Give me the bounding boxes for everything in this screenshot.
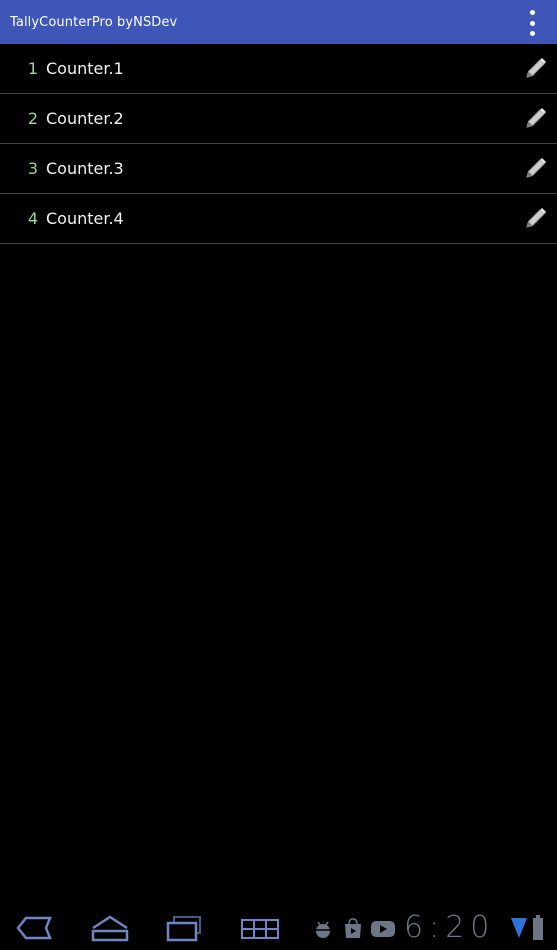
back-icon[interactable] (16, 916, 54, 940)
clock: 6:20 (404, 910, 496, 945)
counter-number: 1 (27, 59, 38, 78)
counter-number: 3 (27, 159, 38, 178)
counter-list: 1 Counter.1 2 Counter.2 3 Counter.3 4 Co… (0, 44, 557, 244)
android-debug-icon (314, 921, 332, 938)
counter-label: Counter.2 (46, 109, 124, 128)
counter-row-2[interactable]: 2 Counter.2 (0, 94, 557, 144)
pencil-icon[interactable] (523, 55, 549, 81)
counter-label: Counter.1 (46, 59, 124, 78)
youtube-icon (371, 921, 395, 937)
counter-row-4[interactable]: 4 Counter.4 (0, 194, 557, 244)
menu-grid-icon[interactable] (240, 918, 280, 940)
overflow-menu-icon[interactable] (521, 10, 543, 36)
recent-apps-icon[interactable] (164, 914, 204, 942)
counter-row-3[interactable]: 3 Counter.3 (0, 144, 557, 194)
home-icon[interactable] (90, 914, 130, 942)
counter-number: 2 (27, 109, 38, 128)
counter-label: Counter.4 (46, 209, 124, 228)
play-store-icon (345, 918, 361, 938)
wifi-icon (511, 918, 527, 938)
action-bar: TallyCounterPro byNSDev (0, 0, 557, 44)
battery-icon (533, 915, 543, 940)
app-title: TallyCounterPro byNSDev (10, 14, 178, 30)
pencil-icon[interactable] (523, 205, 549, 231)
pencil-icon[interactable] (523, 105, 549, 131)
pencil-icon[interactable] (523, 155, 549, 181)
counter-number: 4 (27, 209, 38, 228)
system-bar: 6:20 (0, 902, 557, 950)
counter-row-1[interactable]: 1 Counter.1 (0, 44, 557, 94)
counter-label: Counter.3 (46, 159, 124, 178)
